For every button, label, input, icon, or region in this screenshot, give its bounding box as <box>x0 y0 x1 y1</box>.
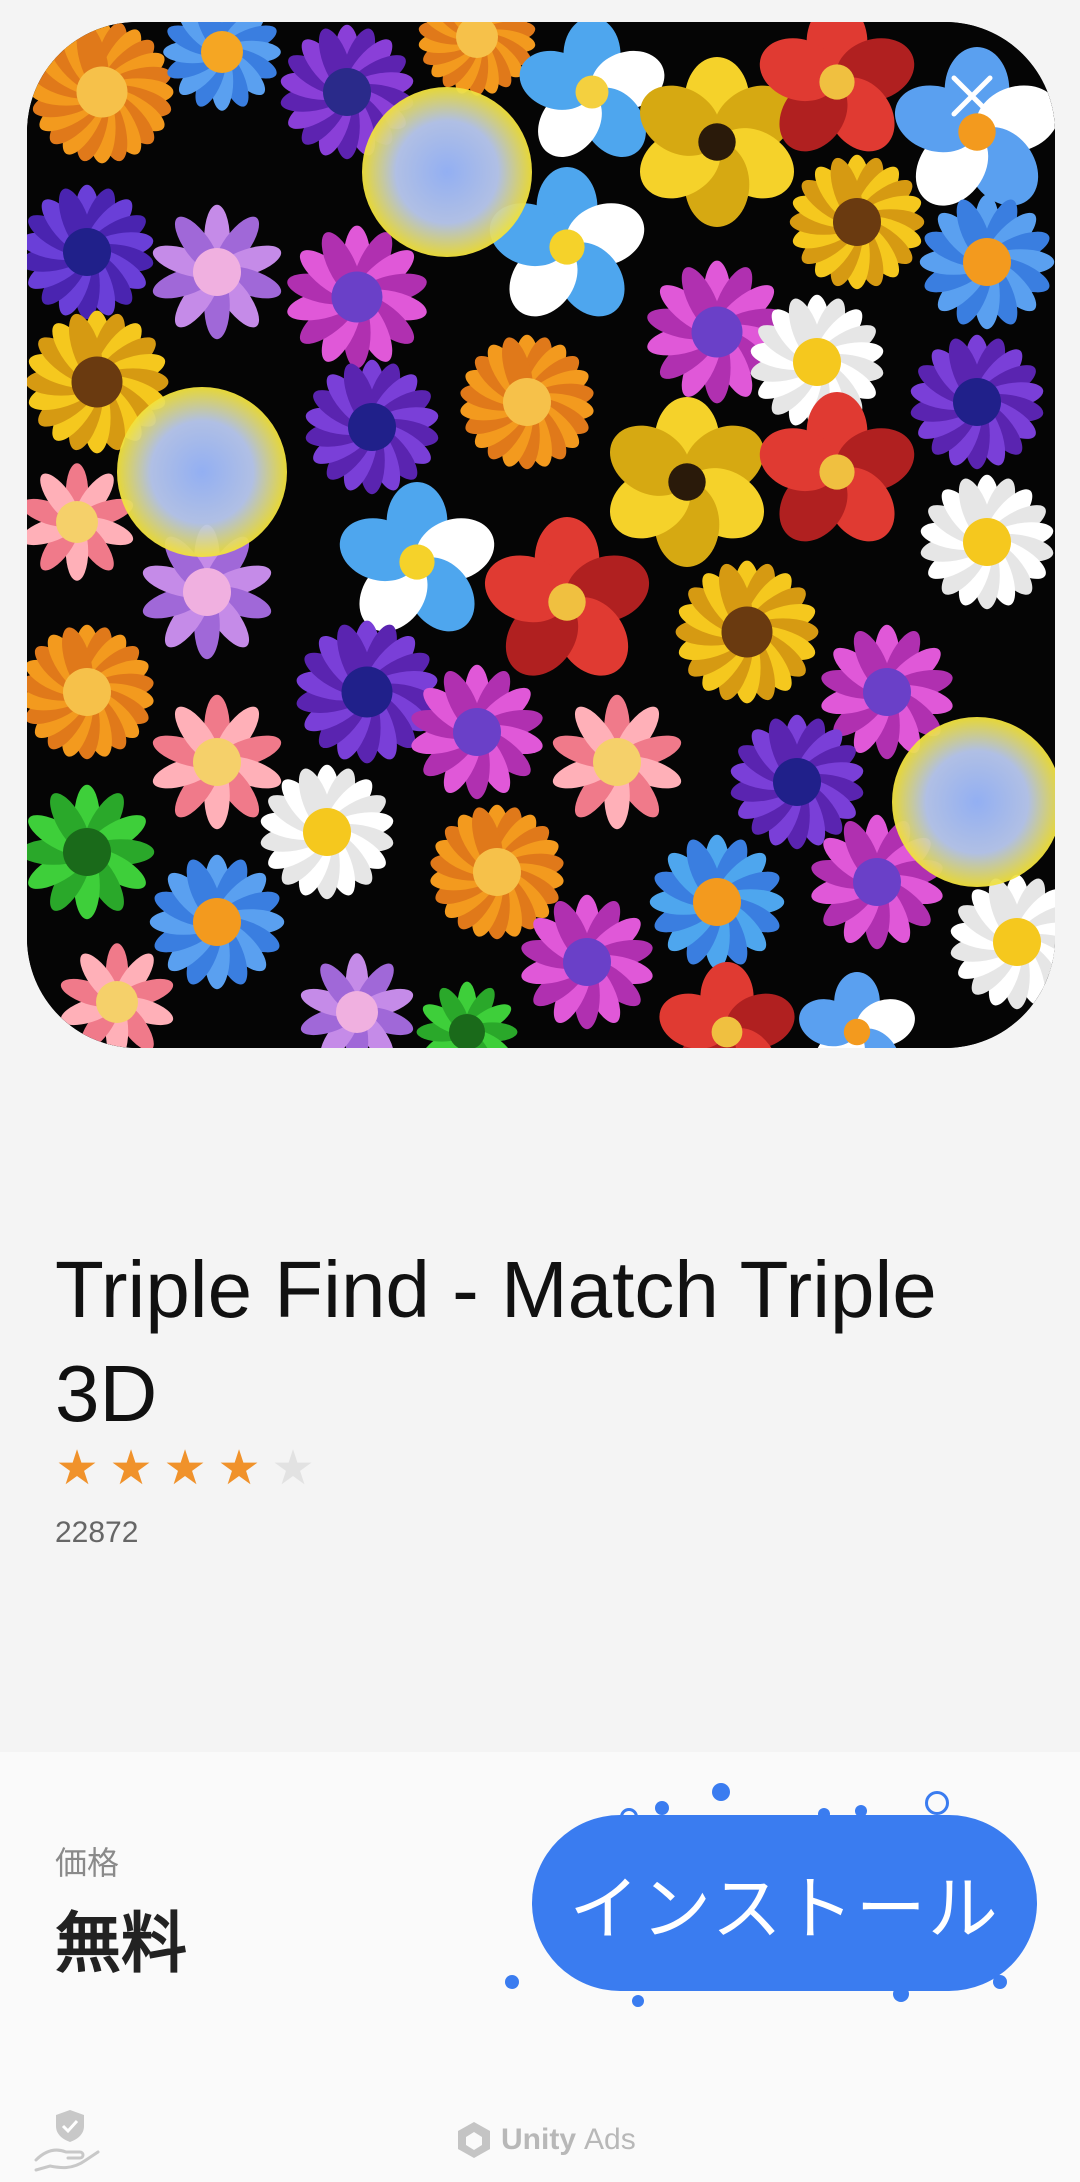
glow-bubble <box>362 87 532 257</box>
close-icon <box>951 75 993 117</box>
brand-suffix: Ads <box>584 2123 636 2156</box>
decor-dot <box>505 1975 519 1989</box>
glow-bubble <box>892 717 1055 887</box>
flower-illustration <box>27 22 1055 1048</box>
star-icon: ★ <box>271 1442 315 1495</box>
decor-dot <box>712 1783 730 1801</box>
rating-stars: ★ ★ ★ ★ ★ <box>55 1444 315 1494</box>
star-icon: ★ <box>109 1442 153 1495</box>
glow-bubble <box>117 387 287 557</box>
review-count: 22872 <box>55 1516 139 1549</box>
hero-image <box>27 22 1055 1048</box>
decor-dot <box>655 1801 669 1815</box>
flower-shape <box>919 194 1055 330</box>
close-button[interactable] <box>940 64 1004 128</box>
decor-ring <box>925 1791 949 1815</box>
install-button[interactable]: インストール <box>532 1815 1037 1991</box>
flower-shape <box>149 854 285 990</box>
star-icon: ★ <box>163 1442 207 1495</box>
price-value: 無料 <box>55 1906 187 1980</box>
app-title: Triple Find - Match Triple 3D <box>55 1245 937 1438</box>
unity-ads-brand: Unity Ads <box>455 2120 636 2160</box>
brand-name: Unity <box>501 2123 576 2156</box>
flower-shape <box>649 834 785 970</box>
price-label: 価格 <box>55 1845 120 1881</box>
unity-logo-icon <box>458 2122 490 2158</box>
decor-dot <box>632 1995 644 2007</box>
star-icon: ★ <box>217 1442 261 1495</box>
privacy-hand-shield-icon[interactable] <box>32 2108 104 2174</box>
star-icon: ★ <box>55 1442 99 1495</box>
